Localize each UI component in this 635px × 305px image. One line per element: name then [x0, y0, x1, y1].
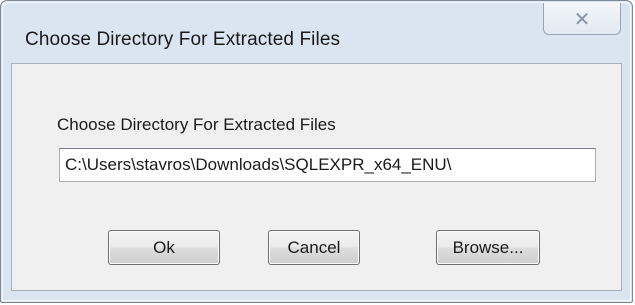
browse-button[interactable]: Browse... — [436, 230, 540, 265]
dialog-body: Choose Directory For Extracted Files Ok … — [11, 63, 622, 291]
title-bar[interactable]: Choose Directory For Extracted Files ✕ — [1, 1, 632, 61]
cancel-button[interactable]: Cancel — [268, 230, 360, 265]
window-title: Choose Directory For Extracted Files — [25, 29, 341, 50]
dialog-window: Choose Directory For Extracted Files ✕ C… — [0, 0, 633, 303]
directory-label: Choose Directory For Extracted Files — [57, 115, 336, 134]
directory-path-input[interactable] — [59, 148, 596, 182]
ok-button[interactable]: Ok — [108, 230, 220, 265]
close-icon: ✕ — [573, 6, 591, 31]
close-button[interactable]: ✕ — [543, 3, 621, 35]
